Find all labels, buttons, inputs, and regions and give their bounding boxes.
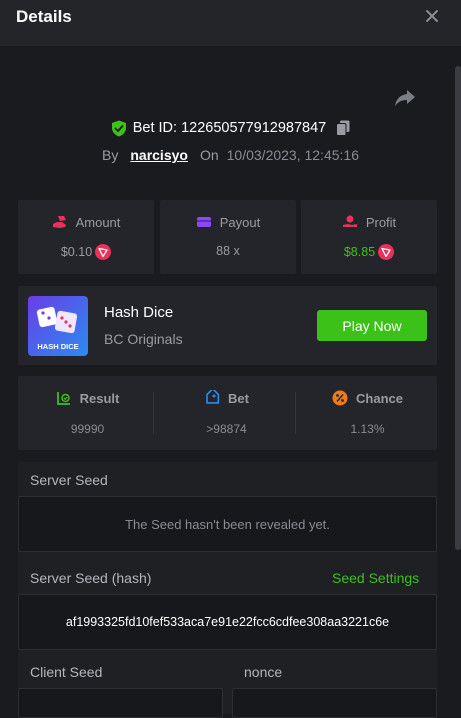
divider xyxy=(153,392,154,434)
trx-coin-icon xyxy=(95,244,112,260)
server-seed-label: Server Seed xyxy=(30,472,108,488)
game-provider: BC Originals xyxy=(104,331,183,347)
modal-title: Details xyxy=(16,7,72,26)
hash-dice-thumbnail[interactable]: HASH DICE xyxy=(28,296,88,356)
payout-value: 88 x xyxy=(216,244,240,258)
chance-label: Chance xyxy=(356,390,403,406)
by-label: By xyxy=(102,147,119,163)
on-label: On xyxy=(199,147,219,163)
bet-author-row: By narcisyo On 10/03/2023, 12:45:16 xyxy=(0,145,461,165)
bet-id-text: Bet ID: 122650577912987847 xyxy=(132,120,327,136)
verified-shield-icon xyxy=(111,120,126,136)
close-icon[interactable] xyxy=(424,8,440,24)
chance-col: Chance 1.13% xyxy=(298,376,437,450)
chance-value: 1.13% xyxy=(350,422,385,436)
bet-id-row: Bet ID: 122650577912987847 xyxy=(0,118,461,138)
scrollbar[interactable] xyxy=(455,66,461,550)
client-seed-label: Client Seed xyxy=(30,664,103,680)
chart-check-icon xyxy=(56,392,70,405)
money-hand-icon xyxy=(52,216,66,228)
percent-icon xyxy=(332,390,348,406)
result-col: Result 99990 xyxy=(18,376,157,450)
payout-box: Payout 88 x xyxy=(160,200,296,274)
play-now-button[interactable]: Play Now xyxy=(317,310,427,341)
server-seed-field[interactable]: The Seed hasn't been revealed yet. xyxy=(18,496,437,552)
share-icon[interactable] xyxy=(394,88,416,108)
bet-value: >98874 xyxy=(206,422,247,436)
server-seed-hash-label: Server Seed (hash) xyxy=(30,570,152,586)
amount-label: Amount xyxy=(75,214,121,230)
bet-datetime: 10/03/2023, 12:45:16 xyxy=(226,147,359,163)
server-seed-hash-field[interactable]: af1993325fd10fef533aca7e91e22fcc6cdfee30… xyxy=(18,594,437,650)
bet-col: Bet >98874 xyxy=(157,376,296,450)
username-link[interactable]: narcisyo xyxy=(130,147,188,163)
payout-label: Payout xyxy=(219,214,261,230)
amount-box: Amount $0.10 xyxy=(18,200,154,274)
result-label: Result xyxy=(79,390,120,406)
divider xyxy=(295,392,296,434)
nonce-label: nonce xyxy=(244,664,283,680)
profit-value: $8.85 xyxy=(343,245,376,259)
profit-label: Profit xyxy=(365,214,397,230)
profit-hand-icon xyxy=(342,215,357,227)
modal-header: Details xyxy=(0,0,461,46)
tag-icon xyxy=(206,390,220,404)
amount-value: $0.10 xyxy=(60,245,93,259)
wallet-card-icon xyxy=(196,217,211,227)
trx-coin-icon xyxy=(378,244,395,260)
profit-box: Profit $8.85 xyxy=(301,200,437,274)
copy-icon[interactable] xyxy=(336,120,350,136)
game-card: HASH DICE Hash Dice BC Originals Play No… xyxy=(18,286,437,365)
result-box: Result 99990 Bet >98874 Chance 1.13% xyxy=(18,376,437,450)
seed-settings-link[interactable]: Seed Settings xyxy=(332,570,419,586)
result-value: 99990 xyxy=(70,422,105,436)
game-name: Hash Dice xyxy=(104,304,174,321)
bet-label: Bet xyxy=(228,390,249,406)
svg-text:HASH DICE: HASH DICE xyxy=(37,342,78,351)
